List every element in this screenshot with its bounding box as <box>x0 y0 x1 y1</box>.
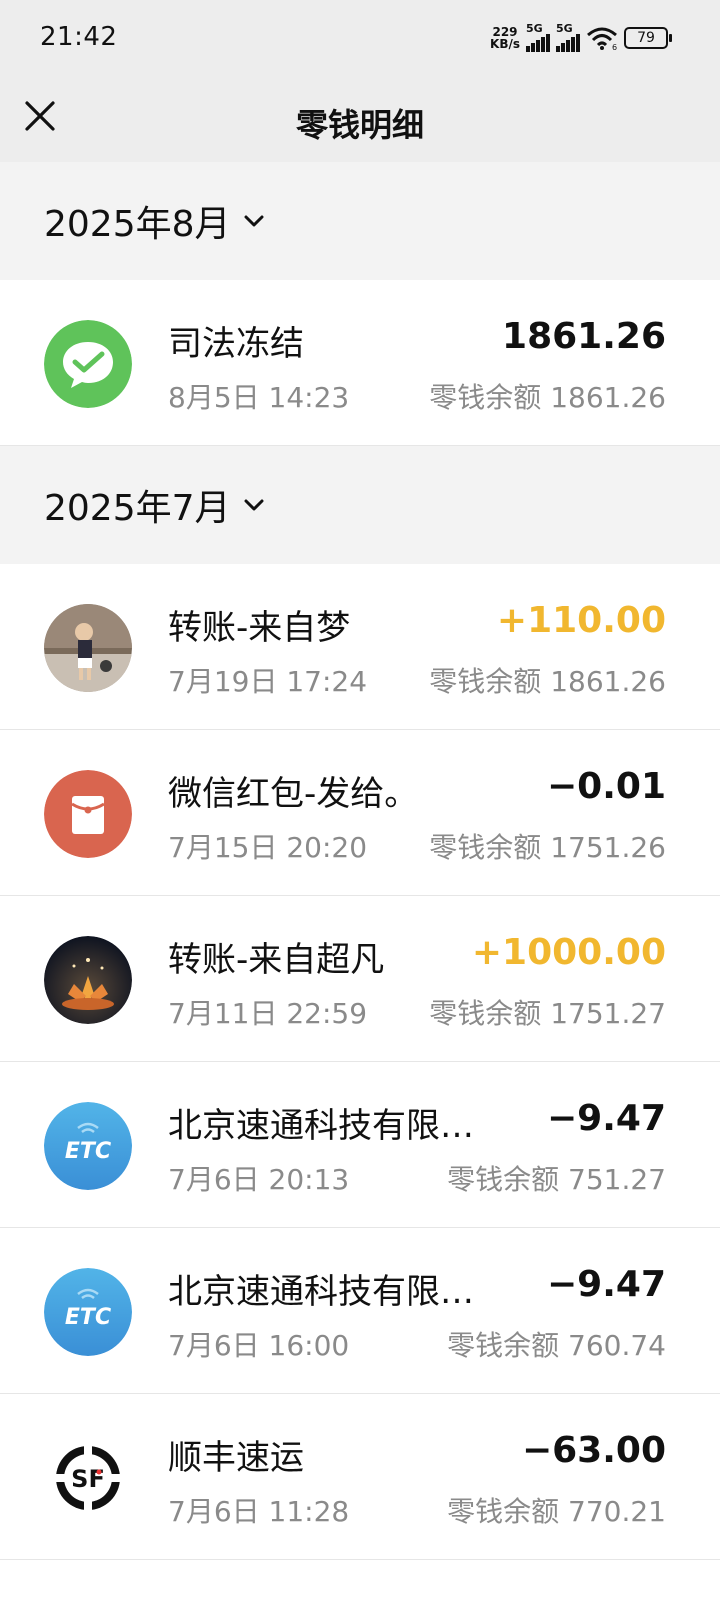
transaction-title: 转账-来自梦 <box>168 608 351 648</box>
transaction-balance: 零钱余额 1861.26 <box>429 381 666 414</box>
transaction-amount: −63.00 <box>521 1430 666 1471</box>
battery-level: 79 <box>637 30 655 46</box>
svg-text:ETC: ETC <box>65 1139 111 1164</box>
transaction-row[interactable]: 转账-来自超凡 7月11日 22:59 +1000.00 零钱余额 1751.2… <box>0 896 720 1062</box>
month-label: 2025年8月 <box>44 204 231 245</box>
transaction-balance: 零钱余额 1861.26 <box>429 665 666 698</box>
page-title: 零钱明细 <box>295 106 424 144</box>
nav-bar: 零钱明细 <box>0 78 720 162</box>
transaction-time: 7月6日 11:28 <box>168 1495 350 1528</box>
status-bar: 21:42 229 KB/s 5G 5G 6 79 <box>0 0 720 78</box>
transaction-row[interactable]: ETC 北京速通科技有限… 7月6日 16:00 −9.47 零钱余额 760.… <box>0 1228 720 1394</box>
transaction-row[interactable]: 司法冻结 8月5日 14:23 1861.26 零钱余额 1861.26 <box>0 280 720 446</box>
transaction-time: 7月11日 22:59 <box>168 997 368 1030</box>
signal-1-label: 5G <box>526 22 543 35</box>
transaction-title: 转账-来自超凡 <box>168 940 385 980</box>
status-icons: 229 KB/s 5G 5G 6 79 <box>490 22 672 52</box>
wifi-icon: 6 <box>587 27 617 50</box>
wifi-badge: 6 <box>612 43 617 50</box>
battery-icon: 79 <box>624 27 672 49</box>
red-packet-icon <box>44 770 132 858</box>
etc-icon: ETC <box>44 1102 132 1190</box>
transaction-balance: 零钱余额 751.27 <box>447 1163 666 1196</box>
transaction-title: 司法冻结 <box>168 324 304 364</box>
transaction-title: 顺丰速运 <box>168 1438 304 1478</box>
user-avatar-child <box>44 604 132 692</box>
transaction-balance: 零钱余额 1751.26 <box>429 831 666 864</box>
chevron-down-icon <box>244 215 264 227</box>
transaction-time: 7月19日 17:24 <box>168 665 368 698</box>
transaction-amount: −0.01 <box>547 766 666 807</box>
chevron-down-icon <box>244 499 264 511</box>
signal-2-icon: 5G <box>556 22 580 52</box>
transaction-title: 北京速通科技有限… <box>168 1106 474 1146</box>
month-filter-august[interactable]: 2025年8月 <box>0 162 720 280</box>
transaction-amount: +1000.00 <box>471 932 666 973</box>
status-time: 21:42 <box>40 22 118 52</box>
etc-icon: ETC <box>44 1268 132 1356</box>
user-avatar-lotus <box>44 936 132 1024</box>
network-speed: 229 KB/s <box>490 26 520 50</box>
transaction-time: 8月5日 14:23 <box>168 381 350 414</box>
transaction-row[interactable]: 微信红包-发给。 7月15日 20:20 −0.01 零钱余额 1751.26 <box>0 730 720 896</box>
transaction-row[interactable]: SF 顺丰速运 7月6日 11:28 −63.00 零钱余额 770.21 <box>0 1394 720 1560</box>
month-filter-july[interactable]: 2025年7月 <box>0 446 720 564</box>
month-label: 2025年7月 <box>44 488 231 529</box>
transaction-balance: 零钱余额 760.74 <box>447 1329 666 1362</box>
transaction-amount: −9.47 <box>547 1264 666 1305</box>
signal-1-icon: 5G <box>526 22 550 52</box>
svg-text:ETC: ETC <box>65 1305 111 1330</box>
transaction-title: 北京速通科技有限… <box>168 1272 474 1312</box>
transaction-title: 微信红包-发给。 <box>168 774 419 814</box>
transaction-balance: 零钱余额 770.21 <box>447 1495 666 1528</box>
signal-2-label: 5G <box>556 22 573 35</box>
transaction-amount: −9.47 <box>547 1098 666 1139</box>
transaction-row[interactable]: ETC 北京速通科技有限… 7月6日 20:13 −9.47 零钱余额 751.… <box>0 1062 720 1228</box>
transaction-row[interactable]: 转账-来自梦 7月19日 17:24 +110.00 零钱余额 1861.26 <box>0 564 720 730</box>
transaction-balance: 零钱余额 1751.27 <box>429 997 666 1030</box>
transaction-amount: +110.00 <box>496 600 666 641</box>
transaction-time: 7月6日 20:13 <box>168 1163 350 1196</box>
sf-express-icon: SF <box>44 1434 132 1522</box>
transaction-time: 7月6日 16:00 <box>168 1329 350 1362</box>
svg-text:SF: SF <box>71 1465 105 1493</box>
wechat-pay-icon <box>44 320 132 408</box>
transaction-amount: 1861.26 <box>502 316 666 357</box>
network-speed-unit: KB/s <box>490 37 520 51</box>
transaction-time: 7月15日 20:20 <box>168 831 368 864</box>
